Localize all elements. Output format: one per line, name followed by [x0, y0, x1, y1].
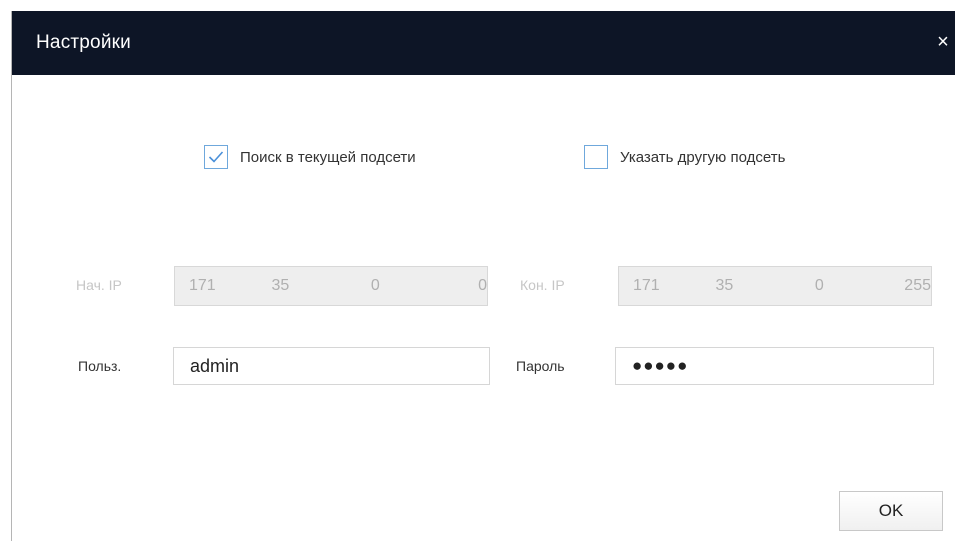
start-ip-octet-4[interactable]: 0 — [413, 277, 487, 295]
current-subnet-label: Поиск в текущей подсети — [240, 148, 416, 166]
dialog-titlebar: Настройки × — [12, 11, 955, 75]
current-subnet-option[interactable]: Поиск в текущей подсети — [204, 145, 416, 169]
end-ip-octet-1[interactable]: 171 — [633, 277, 707, 295]
end-ip-octet-3[interactable]: 0 — [782, 277, 856, 295]
end-ip-octet-4[interactable]: 255 — [857, 277, 931, 295]
other-subnet-option[interactable]: Указать другую подсеть — [584, 145, 785, 169]
username-label: Польз. — [78, 358, 122, 374]
close-icon[interactable]: × — [932, 27, 954, 57]
username-input[interactable]: admin — [173, 347, 490, 385]
other-subnet-checkbox[interactable] — [584, 145, 608, 169]
current-subnet-checkbox[interactable] — [204, 145, 228, 169]
end-ip-octet-2[interactable]: 35 — [707, 277, 782, 295]
checkmark-icon — [208, 151, 224, 163]
settings-dialog: Настройки × Поиск в текущей подсети Указ… — [11, 11, 955, 541]
ok-button[interactable]: OK — [839, 491, 943, 531]
end-ip-label: Кон. IP — [520, 277, 565, 293]
end-ip-input[interactable]: 171 35 0 255 — [618, 266, 932, 306]
password-input[interactable]: ●●●●● — [615, 347, 934, 385]
start-ip-octet-3[interactable]: 0 — [338, 277, 412, 295]
start-ip-octet-1[interactable]: 171 — [189, 277, 263, 295]
start-ip-octet-2[interactable]: 35 — [263, 277, 338, 295]
dialog-title: Настройки — [36, 32, 131, 53]
start-ip-label: Нач. IP — [76, 277, 122, 293]
password-label: Пароль — [516, 358, 565, 374]
other-subnet-label: Указать другую подсеть — [620, 148, 786, 166]
start-ip-input[interactable]: 171 35 0 0 — [174, 266, 488, 306]
